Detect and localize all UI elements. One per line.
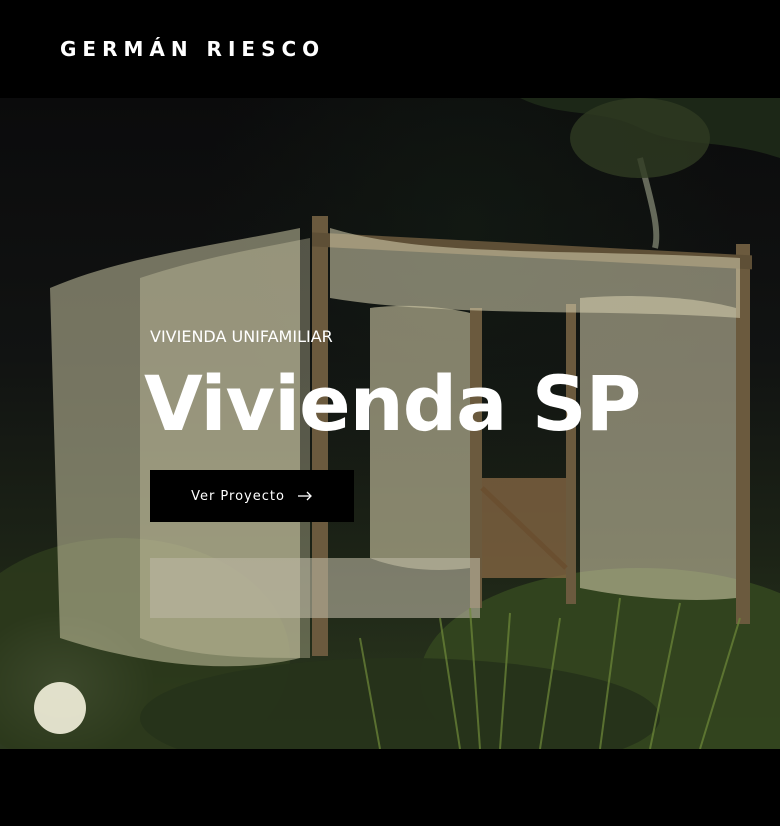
page: GERMÁN RIESCO VIVIENDA UNIFAMILIAR Vivie… [0, 0, 780, 826]
site-header: GERMÁN RIESCO [0, 0, 780, 98]
project-category: VIVIENDA UNIFAMILIAR [150, 327, 333, 346]
site-logo[interactable]: GERMÁN RIESCO [60, 36, 325, 62]
arrow-right-icon [297, 491, 312, 501]
project-title: Vivienda SP [144, 359, 641, 448]
view-project-button[interactable]: Ver Proyecto [150, 470, 354, 522]
view-project-label: Ver Proyecto [191, 488, 285, 504]
bottom-band [0, 749, 780, 826]
